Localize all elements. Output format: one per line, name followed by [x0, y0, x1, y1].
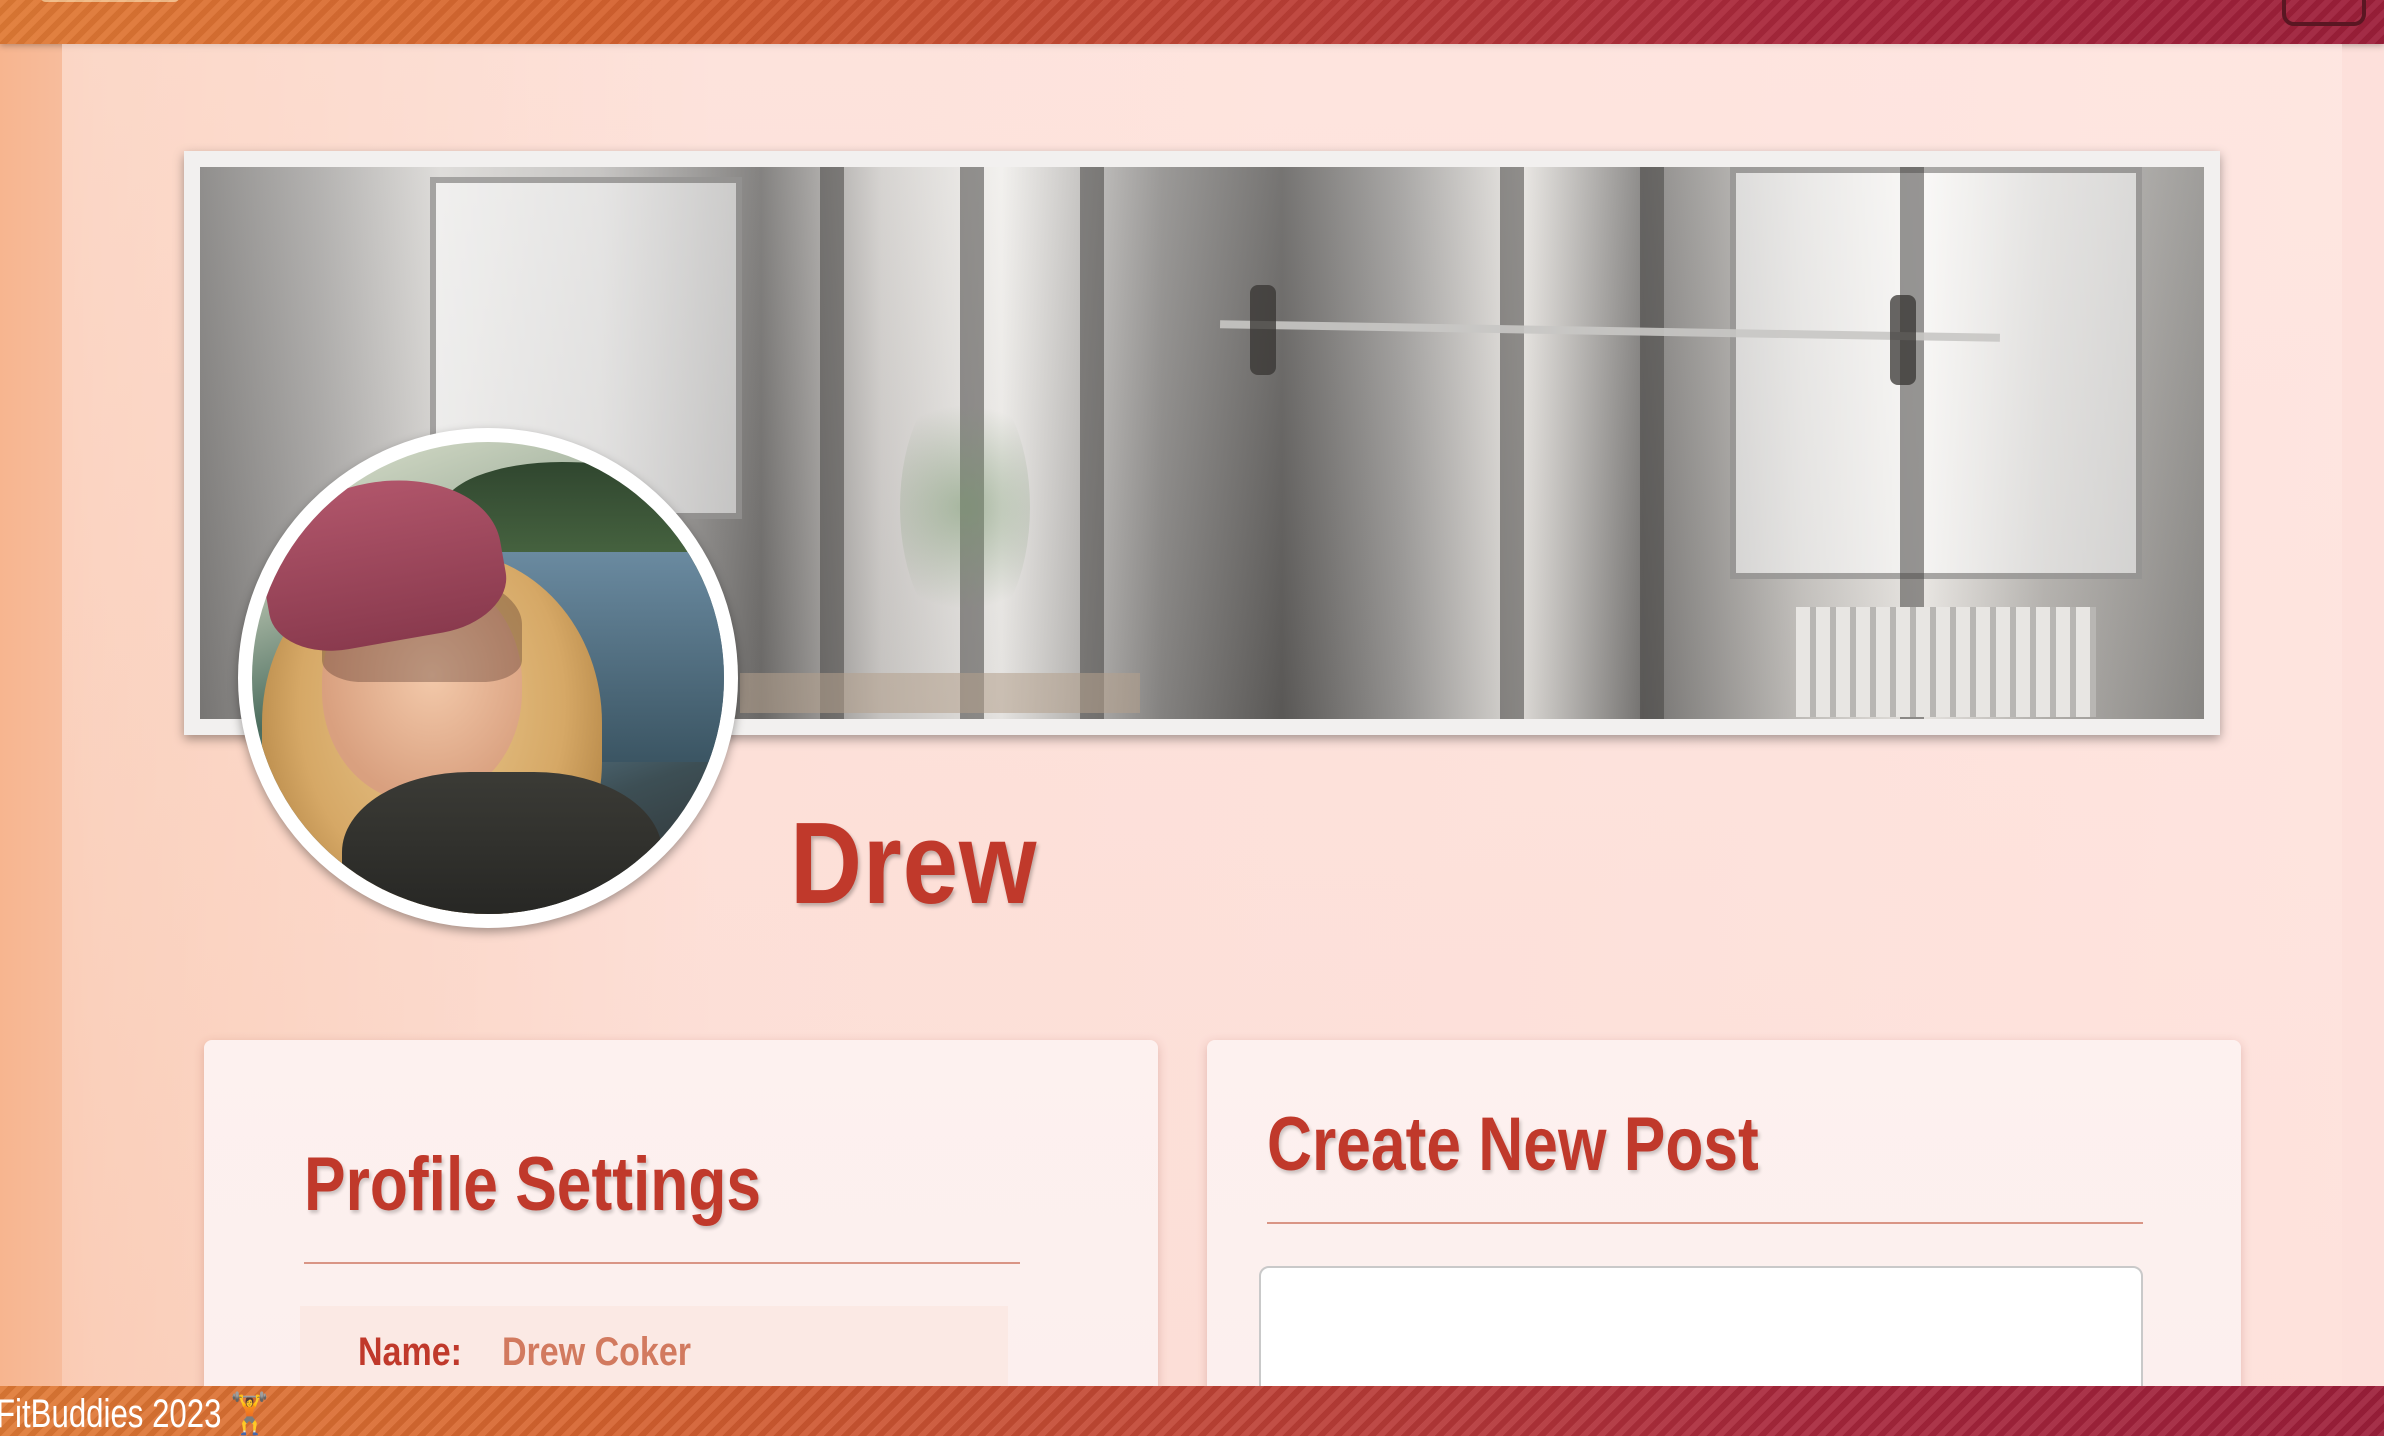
post-card-title: Create New Post [1267, 1102, 1759, 1187]
name-field-row: Name: Drew Coker [300, 1306, 1008, 1396]
profile-display-name: Drew [790, 798, 1038, 928]
menu-toggle-button[interactable] [2282, 0, 2366, 26]
footer-bar: FitBuddies 2023 🏋 [0, 1386, 2384, 1436]
settings-card-title: Profile Settings [304, 1142, 762, 1227]
footer-text: FitBuddies 2023 🏋 [0, 1392, 269, 1436]
post-divider [1267, 1222, 2143, 1224]
create-post-card: Create New Post [1207, 1040, 2241, 1406]
new-post-input[interactable] [1259, 1266, 2143, 1406]
name-field-value[interactable]: Drew Coker [502, 1330, 691, 1375]
settings-divider [304, 1262, 1020, 1264]
nav-link[interactable] [40, 0, 180, 2]
top-navbar [0, 0, 2384, 44]
avatar-image [252, 442, 724, 914]
name-field-label: Name: [358, 1330, 462, 1374]
profile-settings-card: Profile Settings Name: Drew Coker [204, 1040, 1158, 1400]
profile-avatar[interactable] [238, 428, 738, 928]
